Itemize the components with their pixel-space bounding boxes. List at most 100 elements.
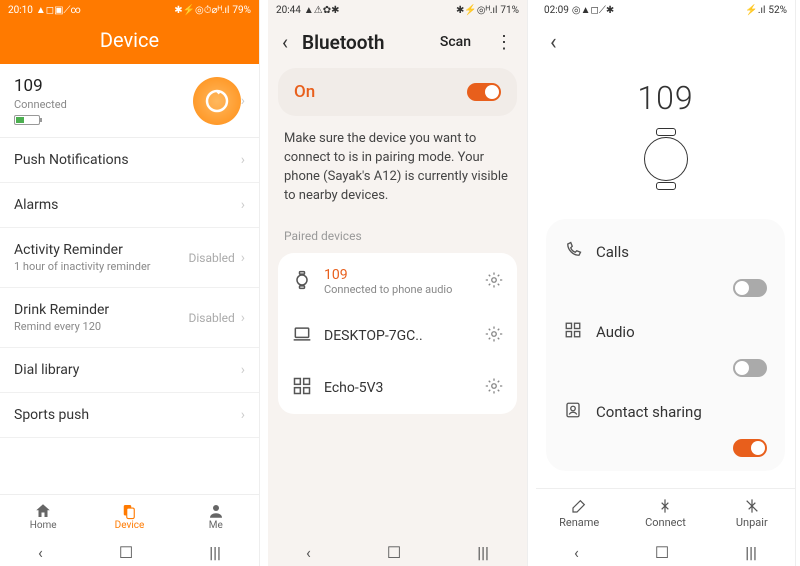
row-value: Disabled: [188, 311, 234, 325]
sys-home[interactable]: ☐: [119, 543, 133, 562]
status-icons-left: ▲⚠✿✱: [304, 5, 340, 16]
gear-icon[interactable]: [485, 377, 503, 399]
row-title: Drink Reminder: [14, 302, 109, 318]
rename-button[interactable]: Rename: [536, 489, 622, 538]
status-battery: 79%: [232, 5, 251, 16]
qr-icon: [564, 321, 582, 343]
status-bar: 20:10 ▲◻▣⟋∞ ✱⚡◎⏱⌀ᴴ.ıl 79%: [0, 0, 259, 20]
back-button[interactable]: ‹: [550, 30, 557, 55]
status-icons-right: ✱⚡◎⏱⌀ᴴ.ıl: [174, 5, 229, 16]
status-icons-right: ⚡.ıl: [745, 5, 765, 16]
chevron-right-icon: ›: [241, 362, 245, 378]
chevron-right-icon: ›: [241, 250, 245, 266]
row-subtitle: 1 hour of inactivity reminder: [14, 260, 151, 273]
nav-home[interactable]: Home: [0, 495, 86, 538]
paired-list: 109 Connected to phone audio DESKTOP-7GC…: [278, 253, 517, 414]
chevron-right-icon: ›: [241, 310, 245, 326]
system-nav: ‹ ☐ |||: [0, 538, 259, 566]
settings-row-0[interactable]: Push Notifications ›: [0, 138, 259, 183]
status-icons-left: ▲◻▣⟋∞: [36, 5, 81, 16]
paired-name: 109: [324, 267, 473, 283]
gear-icon[interactable]: [485, 325, 503, 347]
feature-toggle[interactable]: [733, 359, 767, 377]
chevron-right-icon: ›: [241, 197, 245, 213]
bluetooth-toggle-row[interactable]: On: [278, 68, 517, 116]
paired-row-1[interactable]: DESKTOP-7GC..: [278, 310, 517, 362]
status-time: 20:10: [8, 5, 33, 16]
on-label: On: [294, 82, 315, 102]
back-button[interactable]: ‹: [282, 30, 288, 54]
device-summary: 109: [536, 65, 795, 207]
device-card[interactable]: 109 Connected ›: [0, 64, 259, 138]
sys-home[interactable]: ☐: [387, 543, 401, 562]
settings-row-1[interactable]: Alarms ›: [0, 183, 259, 228]
chevron-right-icon: ›: [241, 407, 245, 423]
qr-icon: [292, 376, 312, 400]
feature-toggle[interactable]: [733, 439, 767, 457]
sys-back[interactable]: ‹: [574, 543, 579, 562]
system-nav: ‹ ☐ |||: [268, 538, 527, 566]
paired-row-0[interactable]: 109 Connected to phone audio: [278, 253, 517, 310]
phone-icon: [564, 241, 582, 263]
paired-name: DESKTOP-7GC..: [324, 328, 473, 344]
feature-label: Contact sharing: [596, 403, 702, 421]
status-icons-left: ◎▲◻⟋✱: [572, 5, 614, 16]
row-value: Disabled: [188, 251, 234, 265]
sys-recent[interactable]: |||: [745, 543, 757, 562]
status-battery: 52%: [768, 5, 787, 16]
chevron-right-icon: ›: [241, 93, 245, 109]
feature-row-1[interactable]: Audio: [546, 305, 785, 359]
connect-button[interactable]: Connect: [622, 489, 708, 538]
sys-recent[interactable]: |||: [477, 543, 489, 562]
paired-subtitle: Connected to phone audio: [324, 283, 473, 296]
header-title: Device: [0, 20, 259, 64]
settings-row-2[interactable]: Activity Reminder 1 hour of inactivity r…: [0, 228, 259, 288]
watch-icon: [292, 270, 312, 294]
laptop-icon: [292, 324, 312, 348]
bluetooth-toggle[interactable]: [467, 83, 501, 101]
paired-name: Echo-5V3: [324, 380, 473, 396]
settings-row-3[interactable]: Drink Reminder Remind every 120 Disabled…: [0, 288, 259, 348]
sys-back[interactable]: ‹: [306, 543, 311, 562]
watch-icon: [644, 137, 688, 181]
feature-row-0[interactable]: Calls: [546, 225, 785, 279]
paired-row-2[interactable]: Echo-5V3: [278, 362, 517, 414]
status-icons-right: ✱⚡◎ᴴ.ıl: [456, 5, 497, 16]
phone-2-bluetooth: 20:44 ▲⚠✿✱ ✱⚡◎ᴴ.ıl 71% ‹ Bluetooth Scan …: [268, 0, 528, 566]
device-status: Connected: [14, 98, 67, 111]
feature-toggle[interactable]: [733, 279, 767, 297]
row-title: Push Notifications: [14, 152, 129, 168]
chevron-right-icon: ›: [241, 152, 245, 168]
phone-3-device-detail: 02:09 ◎▲◻⟋✱ ⚡.ıl 52% ‹ 109 Calls Audio C…: [536, 0, 796, 566]
sys-home[interactable]: ☐: [655, 543, 669, 562]
bluetooth-header: ‹ Bluetooth Scan ⋮: [268, 20, 527, 68]
sys-recent[interactable]: |||: [209, 543, 221, 562]
scan-button[interactable]: Scan: [440, 34, 471, 50]
feature-list: Calls Audio Contact sharing: [546, 219, 785, 471]
contact-icon: [564, 401, 582, 423]
device-name: 109: [14, 76, 67, 96]
settings-row-5[interactable]: Sports push ›: [0, 393, 259, 438]
settings-row-4[interactable]: Dial library ›: [0, 348, 259, 393]
unpair-button[interactable]: Unpair: [709, 489, 795, 538]
nav-device[interactable]: Device: [86, 495, 172, 538]
info-text: Make sure the device you want to connect…: [268, 116, 527, 219]
section-paired: Paired devices: [268, 225, 527, 247]
nav-me[interactable]: Me: [173, 495, 259, 538]
more-icon[interactable]: ⋮: [495, 32, 513, 53]
row-title: Sports push: [14, 407, 89, 423]
status-bar: 20:44 ▲⚠✿✱ ✱⚡◎ᴴ.ıl 71%: [268, 0, 527, 20]
system-nav: ‹ ☐ |||: [536, 538, 795, 566]
row-title: Alarms: [14, 197, 58, 213]
status-battery: 71%: [500, 5, 519, 16]
feature-row-2[interactable]: Contact sharing: [546, 385, 785, 439]
page-title: Bluetooth: [302, 31, 426, 54]
battery-icon: [14, 115, 40, 125]
gear-icon[interactable]: [485, 271, 503, 293]
header: ‹: [536, 20, 795, 65]
status-bar: 02:09 ◎▲◻⟋✱ ⚡.ıl 52%: [536, 0, 795, 20]
row-title: Activity Reminder: [14, 242, 151, 258]
sys-back[interactable]: ‹: [38, 543, 43, 562]
feature-label: Audio: [596, 323, 635, 341]
device-ring-icon: [193, 77, 241, 125]
